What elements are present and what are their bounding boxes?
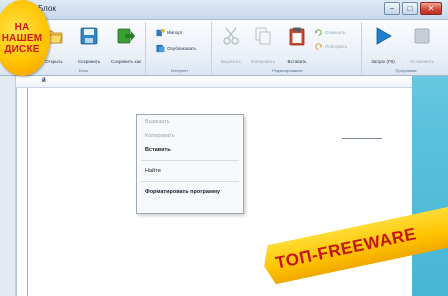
redo-icon: [315, 43, 323, 50]
paste-button[interactable]: Вставить: [282, 26, 312, 64]
stop-icon: [414, 28, 430, 44]
redo-button[interactable]: Повторить: [314, 42, 347, 51]
import-button[interactable]: Импорт: [156, 28, 183, 37]
minimize-button[interactable]: –: [384, 2, 400, 15]
sticker-line-2: НАШЕМ: [1, 32, 43, 44]
title-bar: Блок – □ ✕: [0, 0, 448, 20]
ribbon-group-program: Запуск (F9) Остановить Программа: [364, 22, 448, 74]
ribbon-toolbar: Открыть Сохранить Сохранить как Блок Имп…: [0, 20, 448, 76]
run-label: Запуск (F9): [371, 59, 395, 64]
stop-label: Остановить: [409, 59, 435, 64]
publish-button[interactable]: Опубликовать: [156, 44, 196, 53]
maximize-button[interactable]: □: [402, 2, 418, 15]
import-icon: [156, 28, 165, 37]
publish-icon: [156, 44, 165, 53]
cut-button[interactable]: Вырезать: [218, 26, 244, 64]
close-button[interactable]: ✕: [420, 2, 442, 15]
play-icon: [376, 27, 392, 45]
menu-separator: [141, 181, 239, 182]
paste-label: Вставить: [287, 59, 307, 64]
publish-label: Опубликовать: [167, 46, 197, 51]
document-tab[interactable]: й: [16, 76, 412, 88]
import-label: Импорт: [167, 30, 183, 35]
menu-item-copy[interactable]: Копировать: [137, 129, 243, 143]
ribbon-group-internet: Импорт Опубликовать Интернет: [148, 22, 212, 74]
save-button[interactable]: Сохранить: [74, 26, 104, 64]
save-as-label: Сохранить как: [110, 59, 142, 64]
edit-group-label: Редактирование: [272, 68, 303, 73]
editor-margin-line: [27, 88, 28, 296]
internet-group-label: Интернет: [170, 68, 189, 73]
save-as-arrow-icon: [117, 28, 135, 44]
window-controls: – □ ✕: [384, 2, 442, 15]
divider-line: [342, 138, 382, 139]
redo-label: Повторить: [325, 44, 347, 49]
menu-item-paste[interactable]: Вставить: [137, 143, 243, 157]
save-as-button[interactable]: Сохранить как: [108, 26, 144, 64]
undo-button[interactable]: Отменить: [314, 28, 346, 37]
run-button[interactable]: Запуск (F9): [366, 26, 400, 64]
scissors-icon: [223, 27, 239, 45]
stop-button[interactable]: Остановить: [402, 26, 442, 64]
document-tab-label: й: [42, 78, 46, 84]
clipboard-icon: [289, 27, 305, 46]
menu-item-cut[interactable]: Вырезать: [137, 115, 243, 129]
copy-button[interactable]: Копировать: [246, 26, 280, 64]
menu-separator: [141, 160, 239, 161]
ribbon-group-edit: Вырезать Копировать Вставить Отменить По…: [214, 22, 362, 74]
file-group-label: Блок: [79, 68, 88, 73]
copy-label: Копировать: [250, 59, 276, 64]
left-gutter: [0, 76, 16, 296]
menu-item-find[interactable]: Найти: [137, 164, 243, 178]
program-group-label: Программа: [395, 68, 417, 73]
undo-icon: [314, 29, 322, 36]
sticker-line-3: ДИСКЕ: [4, 43, 40, 55]
undo-label: Отменить: [325, 30, 346, 35]
context-menu: Вырезать Копировать Вставить Найти Форма…: [136, 114, 244, 214]
sticker-line-1: НА: [14, 21, 30, 33]
save-label: Сохранить: [77, 59, 101, 64]
menu-item-format-program[interactable]: Форматировать программу: [137, 185, 243, 199]
floppy-disk-icon: [80, 27, 98, 45]
cut-label: Вырезать: [220, 59, 241, 64]
copy-icon: [255, 27, 271, 45]
